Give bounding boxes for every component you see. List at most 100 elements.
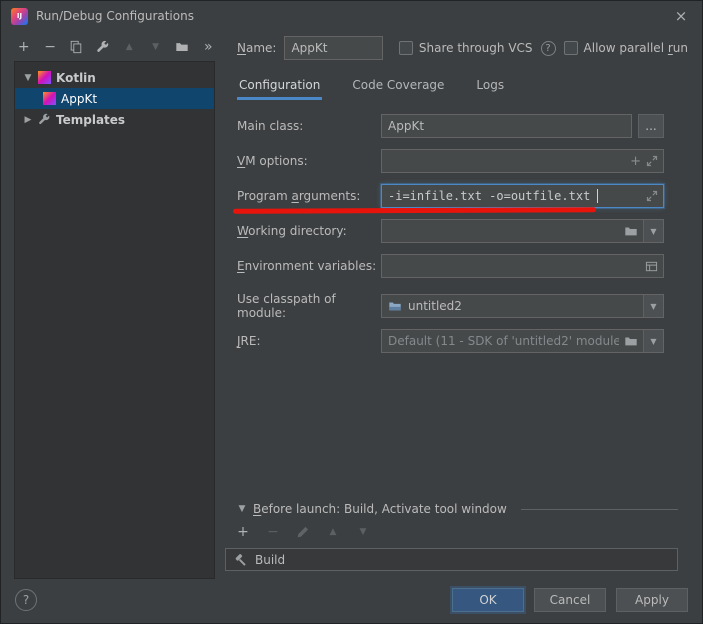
- help-button[interactable]: ?: [15, 589, 37, 611]
- add-configuration-button[interactable]: +: [16, 39, 31, 55]
- classpath-module-row: Use classpath of module: untitled2 ▼: [225, 294, 664, 318]
- tab-configuration[interactable]: Configuration: [237, 73, 322, 100]
- module-icon: [388, 299, 402, 313]
- tabs: Configuration Code Coverage Logs: [225, 73, 688, 100]
- classpath-module-combobox[interactable]: untitled2 ▼: [381, 294, 664, 318]
- main-class-label: Main class:: [225, 119, 381, 133]
- move-down-button[interactable]: ▼: [148, 39, 163, 55]
- plus-icon: +: [18, 39, 30, 55]
- window-title: Run/Debug Configurations: [36, 9, 194, 23]
- move-up-button[interactable]: ▲: [122, 39, 137, 55]
- copy-icon: [69, 40, 83, 54]
- close-button[interactable]: ×: [670, 5, 692, 27]
- footer: ? OK Cancel Apply: [1, 577, 702, 623]
- chevron-down-icon: ▼: [650, 337, 656, 346]
- tree-item-templates[interactable]: ▶ Templates: [15, 109, 214, 130]
- dropdown-button[interactable]: ▼: [643, 295, 663, 317]
- before-launch-title: Before launch: Build, Activate tool wind…: [253, 502, 507, 516]
- environment-variables-input[interactable]: [381, 254, 664, 278]
- create-folder-button[interactable]: [174, 39, 189, 55]
- allow-parallel-run-label: Allow parallel run: [584, 41, 688, 55]
- jre-row: JRE: Default (11 - SDK of 'untitled2' mo…: [225, 329, 664, 353]
- before-launch-item-label: Build: [255, 553, 285, 567]
- configurations-toolbar: + − ▲ ▼ »: [16, 35, 216, 59]
- wrench-icon: [38, 113, 51, 126]
- checkbox-icon[interactable]: [564, 41, 578, 55]
- apply-button[interactable]: Apply: [616, 588, 688, 612]
- main-class-row: Main class: AppKt ...: [225, 114, 664, 138]
- vm-options-input[interactable]: +: [381, 149, 664, 173]
- add-macro-icon[interactable]: +: [630, 154, 641, 169]
- dropdown-button[interactable]: ▼: [643, 330, 663, 352]
- tab-code-coverage[interactable]: Code Coverage: [350, 73, 446, 100]
- remove-configuration-button[interactable]: −: [42, 39, 57, 55]
- ok-button[interactable]: OK: [452, 588, 524, 612]
- configurations-tree: ▼ Kotlin AppKt ▶ Templates: [14, 61, 215, 579]
- tree-item-appkt[interactable]: AppKt: [15, 88, 214, 109]
- expand-icon[interactable]: [646, 155, 658, 167]
- working-directory-input[interactable]: ▼: [381, 219, 664, 243]
- move-task-up-button[interactable]: ▲: [325, 524, 341, 540]
- checkbox-icon[interactable]: [399, 41, 413, 55]
- chevrons-right-icon: »: [204, 39, 213, 55]
- text-caret: [597, 189, 598, 203]
- folder-icon[interactable]: [624, 334, 638, 348]
- share-vcs-checkbox[interactable]: Share through VCS: [399, 41, 533, 55]
- program-arguments-value: -i=infile.txt -o=outfile.txt: [388, 189, 590, 203]
- move-task-down-button[interactable]: ▼: [355, 524, 371, 540]
- intellij-logo-icon: IJ: [11, 8, 28, 25]
- arrow-down-icon: ▼: [360, 527, 367, 537]
- name-input[interactable]: AppKt: [284, 36, 382, 60]
- before-launch-toolbar: + − ▲ ▼: [225, 519, 678, 545]
- tree-item-label: AppKt: [61, 92, 97, 106]
- main-class-value: AppKt: [388, 119, 424, 133]
- chevron-down-icon[interactable]: ▼: [23, 73, 33, 83]
- classpath-module-label: Use classpath of module:: [225, 292, 381, 320]
- cancel-button[interactable]: Cancel: [534, 588, 606, 612]
- before-launch-item-build[interactable]: Build: [226, 549, 677, 570]
- add-task-button[interactable]: +: [235, 524, 251, 540]
- fields: Main class: AppKt ... VM options: + Prog…: [225, 114, 688, 353]
- more-actions-button[interactable]: »: [201, 39, 216, 55]
- remove-task-button[interactable]: −: [265, 524, 281, 540]
- configuration-form: Name: AppKt Share through VCS ? Allow pa…: [225, 35, 688, 577]
- main-class-browse-button[interactable]: ...: [638, 114, 664, 138]
- allow-parallel-run-checkbox[interactable]: Allow parallel run: [564, 41, 688, 55]
- classpath-module-value: untitled2: [408, 299, 462, 313]
- arrow-up-icon: ▲: [126, 42, 133, 52]
- folder-icon: [175, 40, 189, 54]
- help-icon: ?: [545, 43, 550, 54]
- browse-table-icon[interactable]: [645, 260, 658, 273]
- jre-combobox[interactable]: Default (11 - SDK of 'untitled2' module)…: [381, 329, 664, 353]
- tree-item-label: Kotlin: [56, 71, 96, 85]
- chevron-down-icon[interactable]: ▼: [237, 504, 247, 514]
- edit-task-button[interactable]: [295, 524, 311, 540]
- plus-icon: +: [237, 524, 249, 540]
- jre-value: Default (11 - SDK of 'untitled2' module): [388, 334, 619, 348]
- wrench-icon: [96, 40, 110, 54]
- pencil-icon: [296, 525, 310, 539]
- name-label: Name:: [237, 41, 276, 55]
- arrow-down-icon: ▼: [152, 42, 159, 52]
- chevron-down-icon: ▼: [650, 227, 656, 236]
- edit-defaults-button[interactable]: [95, 39, 110, 55]
- copy-configuration-button[interactable]: [69, 39, 84, 55]
- vm-options-label: VM options:: [225, 154, 381, 168]
- program-arguments-row: Program arguments: -i=infile.txt -o=outf…: [225, 184, 664, 208]
- dropdown-button[interactable]: ▼: [643, 220, 663, 242]
- before-launch-header[interactable]: ▼ Before launch: Build, Activate tool wi…: [225, 499, 678, 519]
- expand-icon[interactable]: [646, 190, 658, 202]
- titlebar: IJ Run/Debug Configurations ×: [1, 1, 702, 31]
- hammer-icon: [234, 553, 248, 567]
- share-vcs-label: Share through VCS: [419, 41, 533, 55]
- footer-buttons: OK Cancel Apply: [452, 588, 688, 612]
- tab-logs[interactable]: Logs: [474, 73, 506, 100]
- working-directory-label: Working directory:: [225, 224, 381, 238]
- chevron-right-icon[interactable]: ▶: [23, 115, 33, 125]
- folder-icon[interactable]: [624, 224, 638, 238]
- tree-item-kotlin[interactable]: ▼ Kotlin: [15, 67, 214, 88]
- main-class-input[interactable]: AppKt: [381, 114, 632, 138]
- share-vcs-help-button[interactable]: ?: [541, 41, 556, 56]
- environment-variables-label: Environment variables:: [225, 259, 381, 273]
- program-arguments-input[interactable]: -i=infile.txt -o=outfile.txt: [381, 184, 664, 208]
